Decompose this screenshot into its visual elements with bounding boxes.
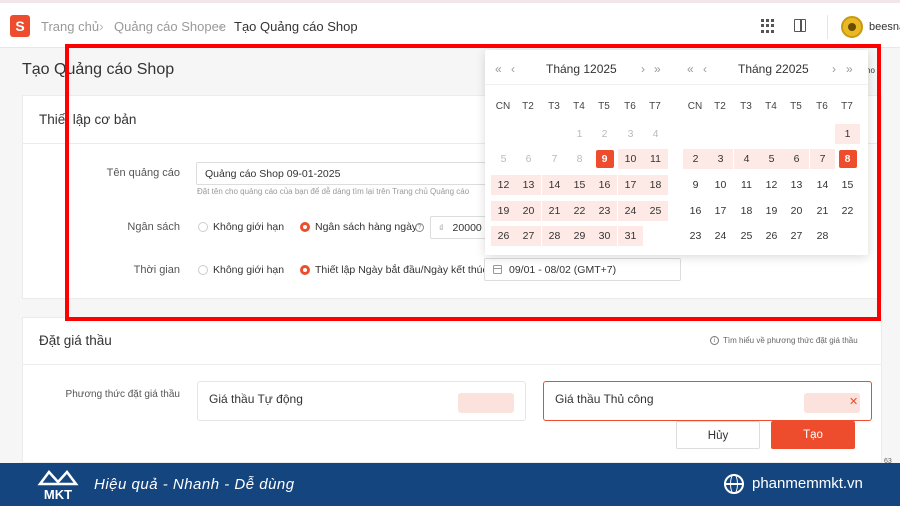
bidding-learn-more-link[interactable]: Tìm hiểu về phương thức đặt giá thầu [723, 336, 858, 345]
breadcrumb-separator: › [219, 18, 224, 34]
divider [827, 15, 828, 39]
apps-grid-icon[interactable] [761, 19, 775, 33]
close-icon[interactable]: ✕ [849, 395, 858, 408]
create-button[interactable]: Tạo [771, 421, 855, 449]
auto-bid-label: Giá thầu Tự động [209, 392, 303, 406]
cancel-button[interactable]: Hủy [676, 421, 760, 449]
mkt-logo-icon: MKT [37, 470, 79, 502]
bidding-title: Đặt giá thầu [39, 333, 112, 348]
info-icon[interactable]: i [710, 336, 719, 345]
book-icon[interactable] [794, 19, 806, 32]
username[interactable]: beesna [869, 21, 900, 33]
breadcrumb-separator: › [99, 18, 104, 34]
breadcrumb-shopee-ads[interactable]: Quảng cáo Shopee [114, 19, 226, 34]
globe-icon [724, 474, 744, 494]
manual-bid-label: Giá thầu Thủ công [555, 392, 654, 406]
auto-bid-illustration-icon [458, 393, 514, 413]
bidding-method-label: Phương thức đặt giá thầu [65, 389, 180, 400]
top-bar: S Trang chủ › Quảng cáo Shopee › Tạo Quả… [0, 0, 900, 48]
avatar[interactable] [841, 16, 863, 38]
banner-slogan: Hiệu quả - Nhanh - Dễ dùng [94, 476, 295, 493]
svg-text:MKT: MKT [44, 487, 72, 502]
banner-website[interactable]: phanmemmkt.vn [752, 475, 863, 492]
breadcrumb-home[interactable]: Trang chủ [41, 19, 99, 34]
shopee-logo-icon[interactable]: S [10, 15, 30, 37]
breadcrumb-current: Tạo Quảng cáo Shop [234, 19, 358, 34]
highlight-box [65, 44, 881, 321]
divider [22, 364, 882, 365]
